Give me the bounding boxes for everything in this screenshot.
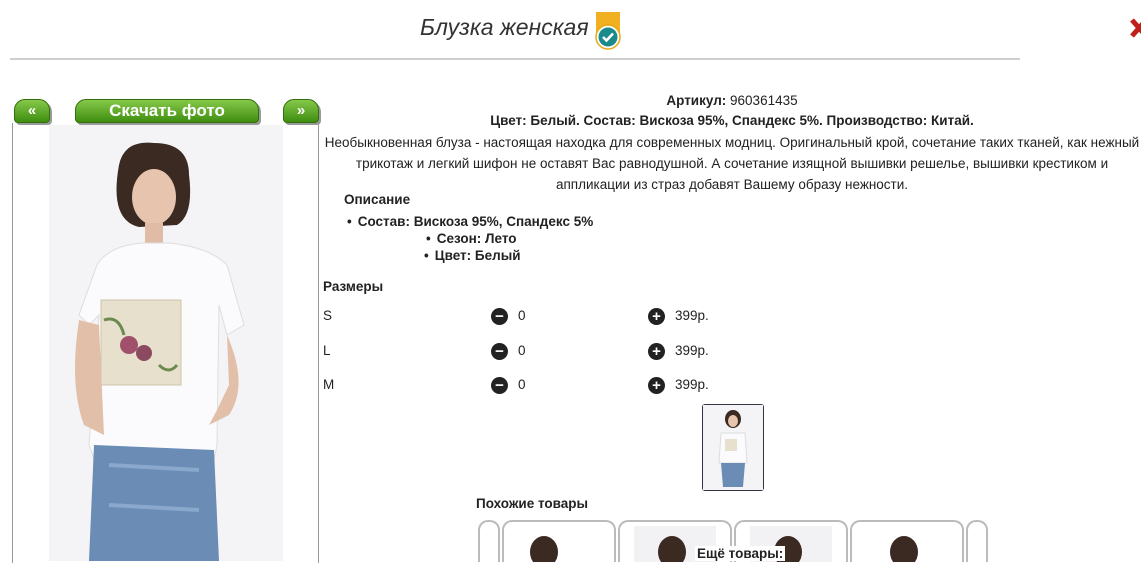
header-bar: Блузка женская (10, 0, 1020, 60)
article-line: Артикул: 960361435 (323, 93, 1141, 108)
next-photo-button[interactable]: » (283, 99, 319, 123)
size-qty: 0 (518, 343, 526, 358)
bullet-color: Цвет: Белый (424, 248, 521, 263)
plus-icon[interactable]: + (648, 308, 665, 325)
product-description: Необыкновенная блуза - настоящая находка… (324, 135, 1140, 192)
article-label: Артикул: (666, 93, 727, 108)
close-icon[interactable] (1128, 16, 1141, 42)
product-photo[interactable] (49, 125, 283, 561)
plus-icon[interactable]: + (648, 377, 665, 394)
size-name: S (323, 308, 333, 323)
page-title: Блузка женская (420, 14, 589, 40)
more-products-label[interactable]: Ещё товары: (695, 546, 786, 561)
size-name: M (323, 377, 335, 392)
bullet-season: Сезон: Лето (426, 231, 517, 246)
size-name: L (323, 343, 331, 358)
article-value: 960361435 (730, 93, 798, 108)
prev-photo-button[interactable]: « (14, 99, 50, 123)
description-heading: Описание (344, 192, 411, 207)
size-qty: 0 (518, 377, 526, 392)
size-price: 399р. (675, 343, 709, 358)
minus-icon[interactable]: − (491, 308, 508, 325)
main-photo-frame (12, 123, 319, 563)
photo-thumbnail[interactable] (702, 404, 764, 491)
size-price: 399р. (675, 377, 709, 392)
verified-badge-icon (595, 12, 621, 50)
similar-card[interactable] (850, 520, 964, 562)
similar-card[interactable] (478, 520, 500, 562)
similar-card[interactable] (966, 520, 988, 562)
similar-card[interactable] (502, 520, 616, 562)
similar-products-heading: Похожие товары (476, 496, 589, 511)
bullet-composition: Состав: Вискоза 95%, Спандекс 5% (347, 214, 594, 229)
sizes-heading: Размеры (323, 279, 384, 294)
plus-icon[interactable]: + (648, 343, 665, 360)
color-composition-line: Цвет: Белый. Состав: Вискоза 95%, Спанде… (490, 113, 974, 128)
minus-icon[interactable]: − (491, 377, 508, 394)
size-price: 399р. (675, 308, 709, 323)
minus-icon[interactable]: − (491, 343, 508, 360)
size-qty: 0 (518, 308, 526, 323)
download-photo-button[interactable]: Скачать фото (75, 99, 259, 123)
